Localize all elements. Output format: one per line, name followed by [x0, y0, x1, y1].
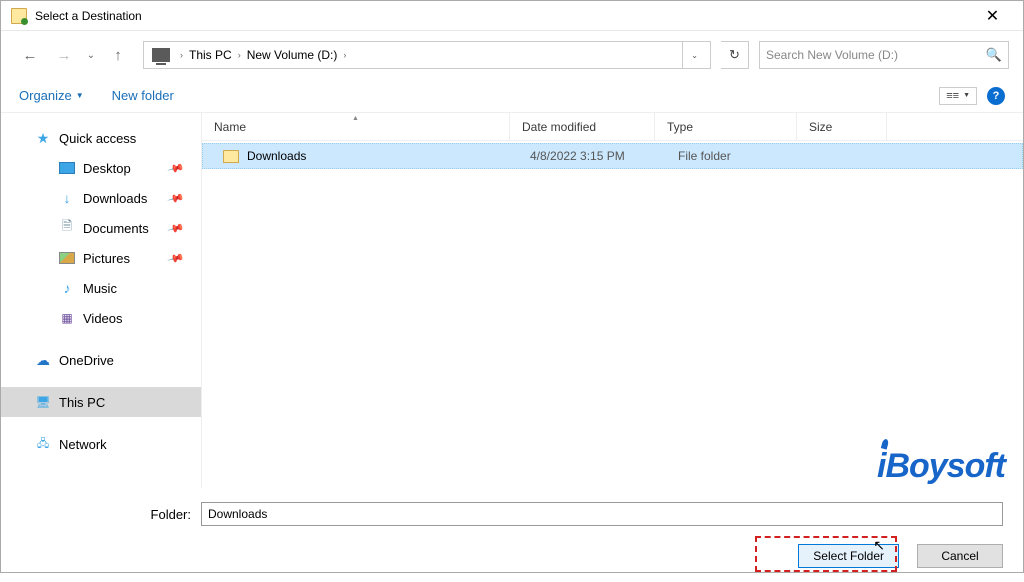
file-row-type: File folder [666, 149, 808, 163]
sidebar-item-label: This PC [59, 395, 105, 410]
pin-icon: 📌 [167, 249, 185, 267]
help-button[interactable]: ? [987, 87, 1005, 105]
forward-button[interactable]: → [49, 43, 79, 67]
sidebar-item-documents[interactable]: Documents 📌 [1, 213, 201, 243]
column-header-row: Name ▲ Date modified Type Size [202, 113, 1023, 141]
music-icon [59, 280, 75, 296]
refresh-button[interactable]: ↻ [721, 41, 749, 69]
details-view-icon: ≡≡ [946, 90, 959, 102]
sidebar-item-videos[interactable]: Videos [1, 303, 201, 333]
file-row[interactable]: Downloads 4/8/2022 3:15 PM File folder [202, 143, 1023, 169]
cancel-button[interactable]: Cancel [917, 544, 1003, 568]
up-button[interactable]: ↑ [103, 43, 133, 67]
chevron-down-icon: ▼ [963, 92, 970, 99]
close-button[interactable]: ✕ [970, 1, 1015, 31]
titlebar: Select a Destination ✕ [1, 1, 1023, 31]
file-row-date: 4/8/2022 3:15 PM [518, 149, 666, 163]
folder-field-row: Folder: [1, 488, 1023, 532]
chevron-down-icon: ▼ [76, 91, 84, 100]
sidebar-item-label: Desktop [83, 161, 131, 176]
main-pane: Quick access Desktop 📌 Downloads 📌 Docum… [1, 113, 1023, 488]
document-icon [59, 220, 75, 236]
sidebar-onedrive[interactable]: OneDrive [1, 345, 201, 375]
column-header-date[interactable]: Date modified [510, 113, 655, 140]
back-button[interactable]: ← [15, 43, 45, 67]
sidebar-item-downloads[interactable]: Downloads 📌 [1, 183, 201, 213]
sidebar-item-label: Pictures [83, 251, 130, 266]
star-icon [35, 130, 51, 146]
pin-icon: 📌 [167, 219, 185, 237]
sidebar-item-music[interactable]: Music [1, 273, 201, 303]
chevron-right-icon: › [343, 50, 346, 60]
button-row: Select Folder Cancel [1, 532, 1023, 582]
sidebar-item-label: Quick access [59, 131, 136, 146]
sidebar-item-desktop[interactable]: Desktop 📌 [1, 153, 201, 183]
sidebar-quick-access[interactable]: Quick access [1, 123, 201, 153]
column-label: Name [214, 120, 246, 134]
sidebar-network[interactable]: Network [1, 429, 201, 459]
file-row-name: Downloads [247, 149, 306, 163]
pin-icon: 📌 [167, 189, 185, 207]
cloud-icon [35, 352, 51, 368]
view-options-button[interactable]: ≡≡ ▼ [939, 87, 977, 105]
sidebar-item-label: Music [83, 281, 117, 296]
breadcrumb-root[interactable]: This PC [189, 48, 232, 62]
search-icon: 🔍 [986, 47, 1002, 63]
sidebar: Quick access Desktop 📌 Downloads 📌 Docum… [1, 113, 201, 488]
organize-menu[interactable]: Organize ▼ [19, 88, 84, 103]
download-icon [59, 190, 75, 206]
breadcrumb-history-dropdown[interactable]: ⌄ [682, 42, 706, 68]
folder-label: Folder: [1, 507, 201, 522]
sidebar-item-label: Videos [83, 311, 123, 326]
new-folder-button[interactable]: New folder [112, 88, 174, 103]
column-header-name[interactable]: Name ▲ [202, 113, 510, 140]
network-icon [35, 436, 51, 452]
sidebar-item-label: Documents [83, 221, 149, 236]
pc-icon [35, 394, 51, 410]
sidebar-item-pictures[interactable]: Pictures 📌 [1, 243, 201, 273]
file-row-name-cell: Downloads [203, 149, 518, 163]
nav-row: ← → ⌄ ↑ › This PC › New Volume (D:) › ⌄ … [1, 31, 1023, 79]
folder-input[interactable] [201, 502, 1003, 526]
folder-icon [223, 150, 239, 163]
toolbar: Organize ▼ New folder ≡≡ ▼ ? [1, 79, 1023, 113]
select-folder-button[interactable]: Select Folder [798, 544, 899, 568]
folder-icon [11, 8, 27, 24]
desktop-icon [59, 160, 75, 176]
breadcrumb[interactable]: › This PC › New Volume (D:) › ⌄ [143, 41, 711, 69]
chevron-right-icon: › [238, 50, 241, 60]
file-list: Name ▲ Date modified Type Size Downloads… [201, 113, 1023, 488]
video-icon [59, 310, 75, 326]
pc-icon [152, 48, 170, 62]
pictures-icon [59, 250, 75, 266]
sidebar-item-label: OneDrive [59, 353, 114, 368]
sidebar-this-pc[interactable]: This PC [1, 387, 201, 417]
sidebar-item-label: Network [59, 437, 107, 452]
chevron-right-icon: › [180, 50, 183, 60]
window-title: Select a Destination [35, 9, 142, 23]
organize-label: Organize [19, 88, 72, 103]
sort-asc-icon: ▲ [352, 115, 359, 122]
column-header-size[interactable]: Size [797, 113, 887, 140]
column-header-type[interactable]: Type [655, 113, 797, 140]
sidebar-item-label: Downloads [83, 191, 147, 206]
search-box[interactable]: 🔍 [759, 41, 1009, 69]
breadcrumb-folder[interactable]: New Volume (D:) [247, 48, 338, 62]
search-input[interactable] [766, 48, 986, 62]
recent-dropdown[interactable]: ⌄ [83, 43, 99, 67]
pin-icon: 📌 [167, 159, 185, 177]
